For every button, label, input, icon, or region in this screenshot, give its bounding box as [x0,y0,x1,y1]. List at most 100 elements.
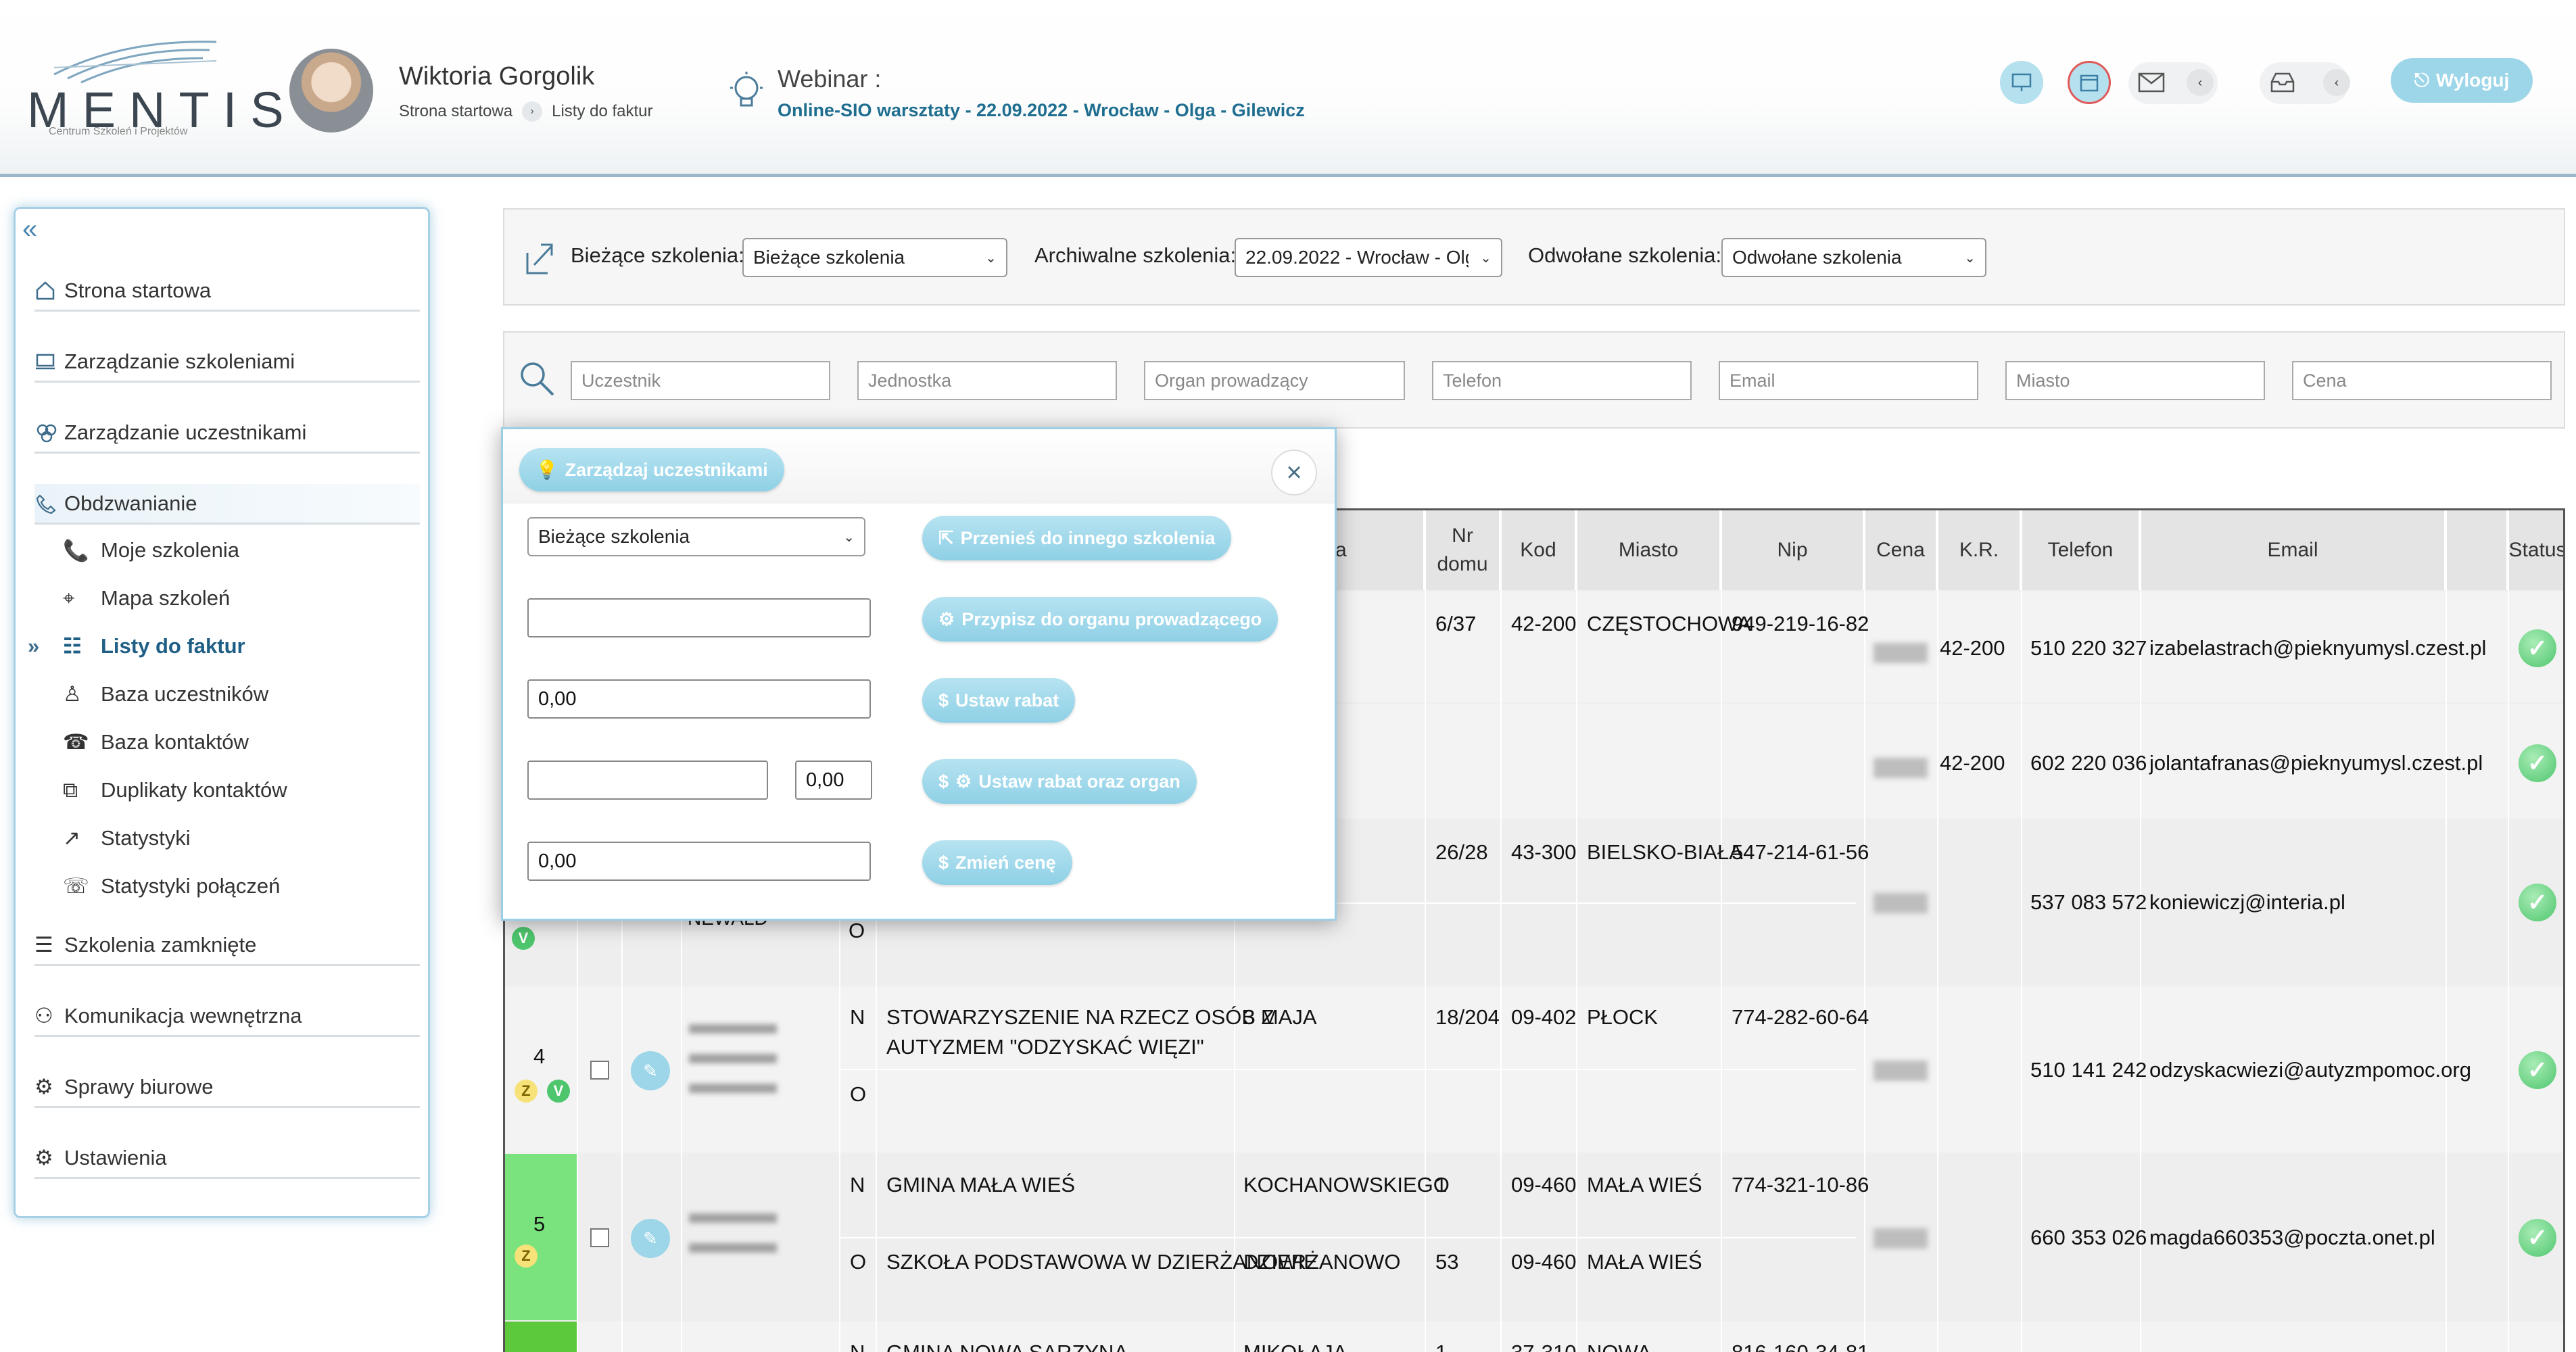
cell-city: CZĘSTOCHOWA [1587,612,1751,635]
set-discount-button[interactable]: $ Ustaw rabat [922,678,1076,723]
sidebar-item-communication[interactable]: ⚇ Komunikacja wewnętrzna [34,996,420,1037]
collapse-sidebar-icon[interactable]: « [22,214,37,245]
cell-email[interactable]: magda660353@poczta.onet.pl [2149,1223,2435,1253]
organ-input[interactable] [527,598,871,637]
sidebar-item-participants[interactable]: Zarządzanie uczestnikami [34,413,420,454]
unit-search-input[interactable]: Jednostka [857,361,1117,400]
dollar-icon: $ [938,852,949,873]
cell-city: MAŁA WIEŚ [1587,1173,1702,1197]
sidebar-subitem-stats[interactable]: ↗ Statystyki [63,821,191,855]
organ-search-input[interactable]: Organ prowadzący [1144,361,1405,400]
webinar-link[interactable]: Online-SIO warsztaty - 22.09.2022 - Wroc… [778,100,1305,121]
modal-training-select[interactable]: Bieżące szkolenia ⌄ [527,517,865,556]
edit-icon[interactable]: ✎ [631,1051,670,1090]
sidebar-item-label: Komunikacja wewnętrzna [64,1003,302,1028]
training-filter-panel: Bieżące szkolenia: Bieżące szkolenia ⌄ Ar… [503,208,2565,306]
status-check-icon[interactable]: ✓ [2519,884,2556,921]
edit-icon[interactable]: ✎ [631,1219,670,1258]
logout-button[interactable]: ⎋ Wyloguj [2391,58,2533,103]
organ-icon: ⚙ [955,771,972,792]
cell-email[interactable]: odzyskacwiezi@autyzmpomoc.org [2149,1055,2471,1085]
sidebar-subitem-map[interactable]: ⌖ Mapa szkoleń [63,581,230,615]
set-discount-and-organ-button[interactable]: $ ⚙ Ustaw rabat oraz organ [922,759,1197,804]
phone-search-input[interactable]: Telefon [1432,361,1692,400]
modal-title-button[interactable]: 💡 Zarządzaj uczestnikami [519,448,784,491]
cell-email[interactable]: izabelastrach@pieknyumysl.czest.pl [2149,633,2486,663]
row-checkbox[interactable] [590,1061,609,1080]
contacts-icon: ☎ [63,730,89,754]
sidebar-subitem-call-stats[interactable]: ☏ Statystyki połączeń [63,869,280,903]
sidebar-item-settings[interactable]: ⚙ Ustawienia [34,1138,420,1179]
cell-price-blurred [1874,1228,1928,1249]
button-label: Ustaw rabat oraz organ [978,771,1180,792]
status-check-icon[interactable]: ✓ [2519,744,2556,782]
archive-trainings-select[interactable]: 22.09.2022 - Wrocław - Olg ⌄ [1235,238,1502,277]
price-search-input[interactable]: Cena [2292,361,2552,400]
avatar[interactable] [289,49,373,132]
status-check-icon[interactable]: ✓ [2519,629,2556,667]
sidebar-subitem-label: Baza kontaktów [101,730,249,754]
discount-input[interactable]: 0,00 [527,679,871,719]
sidebar-item-office[interactable]: ⚙ Sprawy biurowe [34,1067,420,1108]
settings-icon: ⚙ [34,1145,53,1169]
sidebar-item-label: Szkolenia zamknięte [64,932,257,957]
chevron-left-icon[interactable]: ‹ [2187,69,2214,96]
lightbulb-icon [730,72,763,107]
sidebar-item-calling[interactable]: Obdzwanianie [34,484,420,525]
select-value: 22.09.2022 - Wrocław - Olg [1245,247,1469,268]
close-icon[interactable]: × [1271,450,1317,496]
sidebar-subitem-my-trainings[interactable]: 📞 Moje szkolenia [63,533,239,567]
row-checkbox[interactable] [590,1228,609,1247]
user-name: Wiktoria Gorgolik [399,62,595,91]
presentation-icon[interactable] [2000,61,2043,104]
participant-search-input[interactable]: Uczestnik [571,361,830,400]
discount-organ-input[interactable] [527,760,768,800]
breadcrumb-current[interactable]: Listy do faktur [552,102,652,121]
chevron-left-icon[interactable]: ‹ [2323,69,2350,96]
cell-type-n: N [850,1005,865,1029]
double-chevron-right-icon: » [28,634,40,658]
sidebar-subitem-contact-base[interactable]: ☎ Baza kontaktów [63,725,249,759]
duplicate-icon: ⧉ [63,777,78,802]
sidebar-item-label: Strona startowa [64,278,212,302]
price-input[interactable]: 0,00 [527,842,871,881]
cancelled-trainings-select[interactable]: Odwołane szkolenia ⌄ [1721,238,1986,277]
sidebar-item-label: Ustawienia [64,1145,167,1169]
sidebar-item-trainings[interactable]: Zarządzanie szkoleniami [34,342,420,383]
cell-city: NOWA [1587,1338,1651,1352]
sidebar-subitem-label: Moje szkolenia [101,538,240,562]
change-price-button[interactable]: $ Zmień cenę [922,840,1072,885]
email-search-input[interactable]: Email [1719,361,1978,400]
call-stats-icon: ☏ [63,874,89,898]
breadcrumb-home[interactable]: Strona startowa [399,102,512,121]
expand-icon[interactable] [525,239,554,276]
chevron-down-icon: ⌄ [1480,250,1492,266]
inbox-icon[interactable] [2261,61,2304,104]
sidebar-item-closed-trainings[interactable]: ☰ Szkolenia zamknięte [34,925,420,966]
cell-city: BIELSKO-BIAŁA [1587,840,1743,864]
button-label: Przenieś do innego szkolenia [960,527,1216,548]
sidebar-item-home[interactable]: Strona startowa [34,271,420,312]
cell-email[interactable]: jolantafranas@pieknyumysl.czest.pl [2149,748,2483,778]
assign-organ-button[interactable]: ⚙ Przypisz do organu prowadzącego [922,597,1279,642]
status-check-icon[interactable]: ✓ [2519,1051,2556,1089]
sidebar-subitem-invoice-lists[interactable]: » ☷ Listy do faktur [28,629,245,663]
discount-organ-value-input[interactable]: 0,00 [795,760,872,800]
cell-unit: GMINA MAŁA WIEŚ [886,1173,1076,1197]
chevron-down-icon: ⌄ [1964,250,1976,266]
calendar-icon[interactable] [2068,61,2111,104]
current-trainings-select[interactable]: Bieżące szkolenia ⌄ [742,238,1007,277]
move-to-training-button[interactable]: ⇱ Przenieś do innego szkolenia [922,516,1232,560]
sidebar-subitem-participant-base[interactable]: ♙ Baza uczestników [63,677,268,711]
cell-nip: 949-219-16-82 [1732,612,1869,635]
cell-email[interactable]: koniewiczj@interia.pl [2149,888,2345,917]
city-search-input[interactable]: Miasto [2005,361,2265,400]
cell-code: 37-310 [1511,1338,1577,1352]
mail-icon[interactable] [2130,61,2173,104]
sidebar-subitem-duplicates[interactable]: ⧉ Duplikaty kontaktów [63,773,287,807]
sidebar-subitem-label: Baza uczestników [101,682,269,706]
status-check-icon[interactable]: ✓ [2519,1219,2556,1257]
cell-name-blurred [689,1024,777,1112]
cell-unit-line1: STOWARZYSZENIE NA RZECZ OSÓB Z [886,1005,1274,1029]
badge-v: V [547,1080,570,1103]
